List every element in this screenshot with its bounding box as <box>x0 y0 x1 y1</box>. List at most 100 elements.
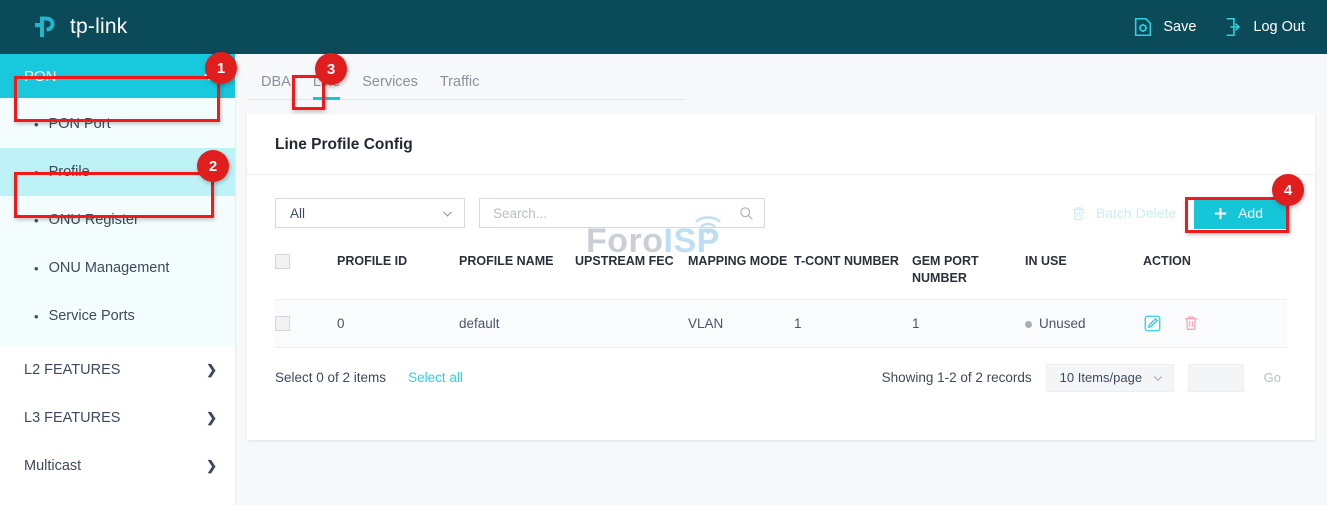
sidebar-group-label: L3 FEATURES <box>24 410 120 426</box>
select-all-checkbox[interactable] <box>275 254 290 269</box>
tplink-logo: tp-link <box>32 12 127 42</box>
save-icon <box>1132 16 1154 38</box>
save-button[interactable]: Save <box>1132 16 1196 38</box>
table-footer: Select 0 of 2 items Select all Showing 1… <box>247 348 1315 392</box>
page-size-select[interactable]: 10 Items/page <box>1046 364 1174 392</box>
tab-dba[interactable]: DBA <box>261 74 291 99</box>
cell-profile-name: default <box>459 299 575 347</box>
sidebar-submenu-pon: • PON Port • Profile • ONU Register • ON… <box>0 98 235 346</box>
filter-select-value: All <box>290 206 305 221</box>
line-profile-table: PROFILE ID PROFILE NAME UPSTREAM FEC MAP… <box>275 247 1287 348</box>
logout-label: Log Out <box>1253 19 1305 35</box>
annotation-badge-2: 2 <box>197 150 229 182</box>
bullet-icon: • <box>34 118 39 131</box>
search-icon <box>739 206 754 221</box>
header-profile-name: PROFILE NAME <box>459 247 575 299</box>
chevron-down-icon <box>1152 372 1164 384</box>
header-profile-id: PROFILE ID <box>337 247 459 299</box>
row-action-icons <box>1143 314 1287 333</box>
trash-icon <box>1070 205 1087 222</box>
status-badge: Unused <box>1039 316 1086 331</box>
cell-action <box>1143 299 1287 347</box>
bullet-icon: • <box>34 166 39 179</box>
plus-icon <box>1212 205 1229 222</box>
add-label: Add <box>1238 205 1263 221</box>
bullet-icon: • <box>34 310 39 323</box>
sidebar-nav: PON • PON Port • Profile • ONU Register <box>0 54 235 505</box>
edit-icon <box>1143 314 1162 333</box>
page-title: Line Profile Config <box>247 114 1315 175</box>
app-root: tp-link Save Log Out <box>0 0 1327 505</box>
sidebar-group-l2-features[interactable]: L2 FEATURES ❯ <box>0 346 235 394</box>
table-header: PROFILE ID PROFILE NAME UPSTREAM FEC MAP… <box>275 247 1287 299</box>
annotation-badge-1: 1 <box>205 52 237 84</box>
page-number-input[interactable] <box>1188 364 1244 392</box>
header-action: ACTION <box>1143 247 1287 299</box>
pagination-controls: Showing 1-2 of 2 records 10 Items/page G… <box>882 364 1287 392</box>
bullet-icon: • <box>34 262 39 275</box>
edit-button[interactable] <box>1143 314 1162 333</box>
cell-in-use: Unused <box>1025 299 1143 347</box>
header-mapping-mode: MAPPING MODE <box>688 247 794 299</box>
page-size-value: 10 Items/page <box>1060 370 1142 385</box>
sidebar-item-label: PON Port <box>49 116 111 132</box>
top-header-bar: tp-link Save Log Out <box>0 0 1327 54</box>
sidebar-group-multicast[interactable]: Multicast ❯ <box>0 442 235 490</box>
filter-select[interactable]: All <box>275 198 465 228</box>
status-dot-icon <box>1025 321 1032 328</box>
chevron-right-icon: ❯ <box>206 458 217 474</box>
tplink-logo-icon <box>32 12 62 42</box>
table-row: 0 default VLAN 1 1 Unused <box>275 299 1287 347</box>
row-checkbox[interactable] <box>275 316 290 331</box>
annotation-badge-4: 4 <box>1272 174 1304 206</box>
sidebar-group-l3-features[interactable]: L3 FEATURES ❯ <box>0 394 235 442</box>
selection-count-text: Select 0 of 2 items <box>275 370 386 385</box>
batch-delete-label: Batch Delete <box>1096 205 1176 221</box>
tab-services[interactable]: Services <box>362 74 418 99</box>
sidebar-group-pon-label: PON <box>24 68 57 85</box>
logout-button[interactable]: Log Out <box>1222 16 1305 38</box>
chevron-right-icon: ❯ <box>206 410 217 426</box>
sidebar-item-onu-management[interactable]: • ONU Management <box>0 244 235 292</box>
records-text: Showing 1-2 of 2 records <box>882 370 1032 385</box>
sidebar-group-pon[interactable]: PON <box>0 54 235 98</box>
body-container: PON • PON Port • Profile • ONU Register <box>0 54 1327 505</box>
header-tcont-number: T-CONT NUMBER <box>794 247 912 299</box>
sidebar-item-label: Service Ports <box>49 308 135 324</box>
sidebar-group-label: L2 FEATURES <box>24 362 120 378</box>
sidebar-group-label: Multicast <box>24 458 81 474</box>
search-input[interactable] <box>493 206 729 221</box>
row-checkbox-cell <box>275 299 337 347</box>
tab-traffic[interactable]: Traffic <box>440 74 479 99</box>
table-body: 0 default VLAN 1 1 Unused <box>275 299 1287 347</box>
bullet-icon: • <box>34 214 39 227</box>
toolbar-actions: Batch Delete Add <box>1070 197 1287 229</box>
cell-profile-id: 0 <box>337 299 459 347</box>
select-all-link[interactable]: Select all <box>408 370 463 385</box>
cell-mapping-mode: VLAN <box>688 299 794 347</box>
header-in-use: IN USE <box>1025 247 1143 299</box>
go-button[interactable]: Go <box>1258 370 1287 385</box>
search-field[interactable] <box>479 198 765 228</box>
cell-tcont-number: 1 <box>794 299 912 347</box>
line-profile-panel: Line Profile Config All <box>247 114 1315 440</box>
delete-button[interactable] <box>1182 314 1200 332</box>
sidebar-item-label: Profile <box>49 164 90 180</box>
header-actions: Save Log Out <box>1132 16 1305 38</box>
sidebar-item-onu-register[interactable]: • ONU Register <box>0 196 235 244</box>
sidebar-item-label: ONU Management <box>49 260 170 276</box>
header-upstream-fec: UPSTREAM FEC <box>575 247 688 299</box>
sidebar-item-pon-port[interactable]: • PON Port <box>0 100 235 148</box>
cell-gem-port-number: 1 <box>912 299 1025 347</box>
table-toolbar: All <box>247 175 1315 229</box>
header-gem-port-number: GEM PORT NUMBER <box>912 247 1025 299</box>
cell-upstream-fec <box>575 299 688 347</box>
main-content: DBA Line Services Traffic Line Profile C… <box>235 54 1327 505</box>
header-select-all-cell <box>275 247 337 299</box>
batch-delete-button[interactable]: Batch Delete <box>1070 205 1176 222</box>
add-button[interactable]: Add <box>1194 197 1287 229</box>
logout-icon <box>1222 16 1244 38</box>
sidebar-item-service-ports[interactable]: • Service Ports <box>0 292 235 340</box>
annotation-badge-3: 3 <box>315 53 347 85</box>
chevron-right-icon: ❯ <box>206 362 217 378</box>
